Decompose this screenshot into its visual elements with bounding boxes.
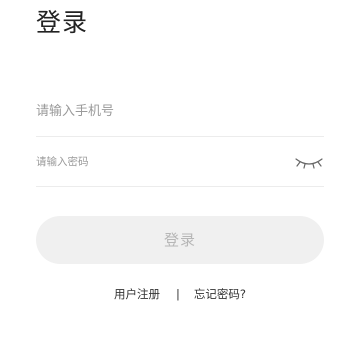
login-page: 登录 登录 用户注册 | 忘记密码? — [0, 0, 360, 360]
password-input[interactable] — [36, 137, 286, 186]
page-title: 登录 — [36, 8, 89, 37]
login-button[interactable]: 登录 — [36, 216, 324, 264]
register-link[interactable]: 用户注册 — [114, 286, 160, 302]
phone-input[interactable] — [36, 87, 286, 136]
eye-closed-icon[interactable] — [294, 151, 324, 171]
password-field — [36, 137, 324, 187]
phone-field — [36, 87, 324, 137]
forgot-password-link[interactable]: 忘记密码? — [194, 286, 246, 302]
link-divider: | — [176, 287, 180, 301]
auth-links: 用户注册 | 忘记密码? — [0, 284, 360, 304]
